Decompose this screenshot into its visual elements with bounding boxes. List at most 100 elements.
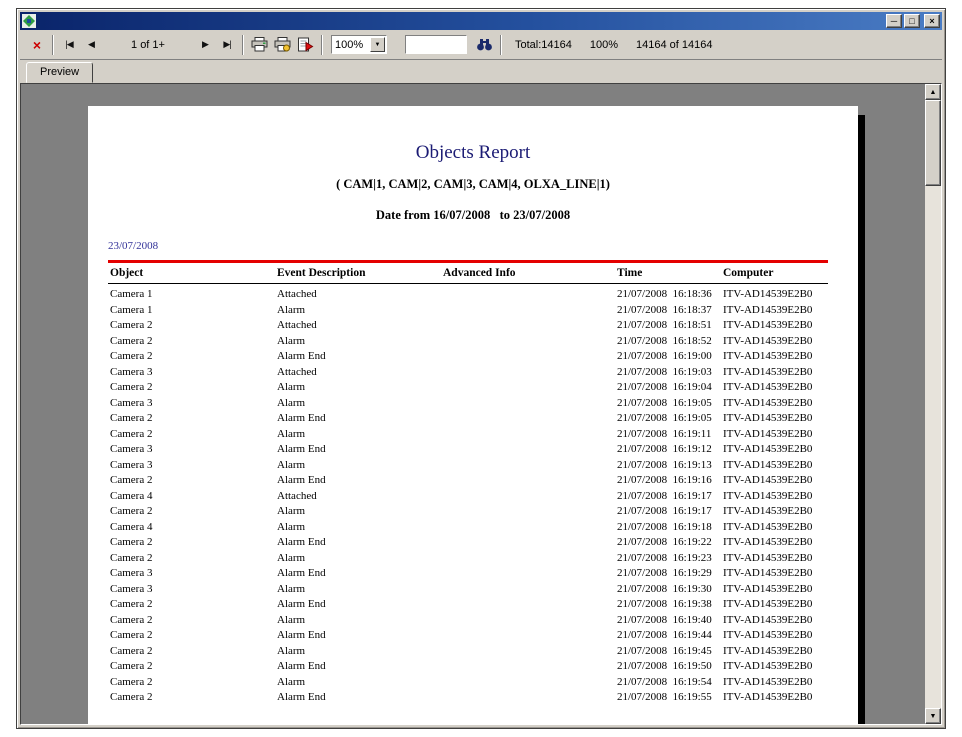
time-cell: 21/07/2008 16:19:22 bbox=[617, 535, 723, 551]
event-cell: Alarm bbox=[277, 504, 443, 520]
find-button[interactable] bbox=[473, 34, 496, 56]
scrollbar-thumb[interactable] bbox=[925, 100, 941, 186]
advanced-info-cell bbox=[443, 613, 617, 629]
advanced-info-cell bbox=[443, 535, 617, 551]
time-cell: 21/07/2008 16:18:51 bbox=[617, 318, 723, 334]
object-cell: Camera 2 bbox=[110, 411, 277, 427]
object-cell: Camera 3 bbox=[110, 396, 277, 412]
table-row: Camera 1Alarm21/07/2008 16:18:37ITV-AD14… bbox=[108, 303, 848, 319]
zoom-dropdown-button[interactable]: ▼ bbox=[370, 37, 385, 52]
report-date-range: Date from 16/07/2008 to 23/07/2008 bbox=[88, 208, 858, 223]
advanced-info-cell bbox=[443, 628, 617, 644]
object-cell: Camera 2 bbox=[110, 628, 277, 644]
advanced-info-cell bbox=[443, 365, 617, 381]
zoom-select[interactable]: 100% ▼ bbox=[331, 35, 387, 54]
arrow-up-icon: ▲ bbox=[930, 89, 937, 96]
table-row: Camera 4Attached21/07/2008 16:19:17ITV-A… bbox=[108, 489, 848, 505]
table-row: Camera 2Attached21/07/2008 16:18:51ITV-A… bbox=[108, 318, 848, 334]
object-cell: Camera 2 bbox=[110, 504, 277, 520]
column-header: Time bbox=[617, 267, 723, 283]
prev-page-icon: ◀ bbox=[88, 39, 94, 50]
close-report-button[interactable]: × bbox=[26, 34, 48, 56]
computer-cell: ITV-AD14539E2B0 bbox=[723, 442, 848, 458]
computer-cell: ITV-AD14539E2B0 bbox=[723, 396, 848, 412]
event-cell: Attached bbox=[277, 365, 443, 381]
computer-cell: ITV-AD14539E2B0 bbox=[723, 427, 848, 443]
tab-preview[interactable]: Preview bbox=[26, 62, 93, 83]
advanced-info-cell bbox=[443, 504, 617, 520]
advanced-info-cell bbox=[443, 520, 617, 536]
time-cell: 21/07/2008 16:19:13 bbox=[617, 458, 723, 474]
advanced-info-cell bbox=[443, 458, 617, 474]
advanced-info-cell bbox=[443, 303, 617, 319]
scroll-up-button[interactable]: ▲ bbox=[925, 84, 941, 100]
time-cell: 21/07/2008 16:19:38 bbox=[617, 597, 723, 613]
minimize-button[interactable]: ─ bbox=[886, 14, 902, 28]
time-cell: 21/07/2008 16:19:16 bbox=[617, 473, 723, 489]
computer-cell: ITV-AD14539E2B0 bbox=[723, 613, 848, 629]
scroll-down-button[interactable]: ▼ bbox=[925, 708, 941, 724]
time-cell: 21/07/2008 16:19:29 bbox=[617, 566, 723, 582]
table-row: Camera 2Alarm End21/07/2008 16:19:00ITV-… bbox=[108, 349, 848, 365]
search-input[interactable] bbox=[405, 35, 467, 54]
computer-cell: ITV-AD14539E2B0 bbox=[723, 473, 848, 489]
advanced-info-cell bbox=[443, 396, 617, 412]
prev-page-button[interactable]: ◀ bbox=[80, 34, 102, 56]
vertical-scrollbar[interactable]: ▲ ▼ bbox=[925, 84, 941, 724]
advanced-info-cell bbox=[443, 427, 617, 443]
table-row: Camera 2Alarm End21/07/2008 16:19:44ITV-… bbox=[108, 628, 848, 644]
advanced-info-cell bbox=[443, 675, 617, 691]
computer-cell: ITV-AD14539E2B0 bbox=[723, 411, 848, 427]
time-cell: 21/07/2008 16:19:17 bbox=[617, 504, 723, 520]
computer-cell: ITV-AD14539E2B0 bbox=[723, 551, 848, 567]
time-cell: 21/07/2008 16:18:52 bbox=[617, 334, 723, 350]
computer-cell: ITV-AD14539E2B0 bbox=[723, 628, 848, 644]
export-button[interactable] bbox=[294, 34, 317, 56]
computer-cell: ITV-AD14539E2B0 bbox=[723, 365, 848, 381]
print-setup-button[interactable] bbox=[271, 34, 294, 56]
first-page-button[interactable]: |◀ bbox=[58, 34, 80, 56]
printer-setup-icon bbox=[274, 37, 291, 52]
advanced-info-cell bbox=[443, 380, 617, 396]
maximize-button[interactable]: □ bbox=[904, 14, 920, 28]
object-cell: Camera 2 bbox=[110, 613, 277, 629]
last-page-button[interactable]: ▶| bbox=[216, 34, 238, 56]
chevron-down-icon: ▼ bbox=[375, 42, 381, 48]
event-cell: Alarm End bbox=[277, 411, 443, 427]
table-row: Camera 2Alarm End 21/07/2008 16:19:05ITV-… bbox=[108, 411, 848, 427]
print-button[interactable] bbox=[248, 34, 271, 56]
table-row: Camera 2Alarm 21/07/2008 16:18:52ITV-AD14… bbox=[108, 334, 848, 350]
advanced-info-cell bbox=[443, 349, 617, 365]
table-row: Camera 3Alarm End21/07/2008 16:19:12ITV-… bbox=[108, 442, 848, 458]
computer-cell: ITV-AD14539E2B0 bbox=[723, 334, 848, 350]
tab-strip: Preview bbox=[20, 60, 942, 83]
table-row: Camera 2Alarm21/07/2008 16:19:23ITV-AD14… bbox=[108, 551, 848, 567]
time-cell: 21/07/2008 16:19:23 bbox=[617, 551, 723, 567]
event-cell: Attached bbox=[277, 287, 443, 303]
time-cell: 21/07/2008 16:19:54 bbox=[617, 675, 723, 691]
computer-cell: ITV-AD14539E2B0 bbox=[723, 582, 848, 598]
time-cell: 21/07/2008 16:19:05 bbox=[617, 411, 723, 427]
time-cell: 21/07/2008 16:19:45 bbox=[617, 644, 723, 660]
table-header-row: ObjectEvent DescriptionAdvanced InfoTime… bbox=[108, 267, 828, 284]
advanced-info-cell bbox=[443, 659, 617, 675]
next-page-button[interactable]: ▶ bbox=[194, 34, 216, 56]
report-title: Objects Report bbox=[88, 142, 858, 164]
event-cell: Alarm bbox=[277, 303, 443, 319]
computer-cell: ITV-AD14539E2B0 bbox=[723, 458, 848, 474]
computer-cell: ITV-AD14539E2B0 bbox=[723, 659, 848, 675]
titlebar[interactable]: ─ □ × bbox=[20, 12, 942, 30]
advanced-info-cell bbox=[443, 489, 617, 505]
event-cell: Alarm bbox=[277, 644, 443, 660]
close-button[interactable]: × bbox=[924, 14, 940, 28]
object-cell: Camera 2 bbox=[110, 334, 277, 350]
time-cell: 21/07/2008 16:19:44 bbox=[617, 628, 723, 644]
table-row: Camera 2Alarm End21/07/2008 16:19:22ITV-… bbox=[108, 535, 848, 551]
event-cell: Attached bbox=[277, 489, 443, 505]
event-cell: Alarm bbox=[277, 334, 443, 350]
time-cell: 21/07/2008 16:19:04 bbox=[617, 380, 723, 396]
object-cell: Camera 2 bbox=[110, 597, 277, 613]
time-cell: 21/07/2008 16:19:12 bbox=[617, 442, 723, 458]
preview-area: Objects Report ( CAM|1, CAM|2, CAM|3, CA… bbox=[20, 83, 942, 725]
object-cell: Camera 3 bbox=[110, 566, 277, 582]
